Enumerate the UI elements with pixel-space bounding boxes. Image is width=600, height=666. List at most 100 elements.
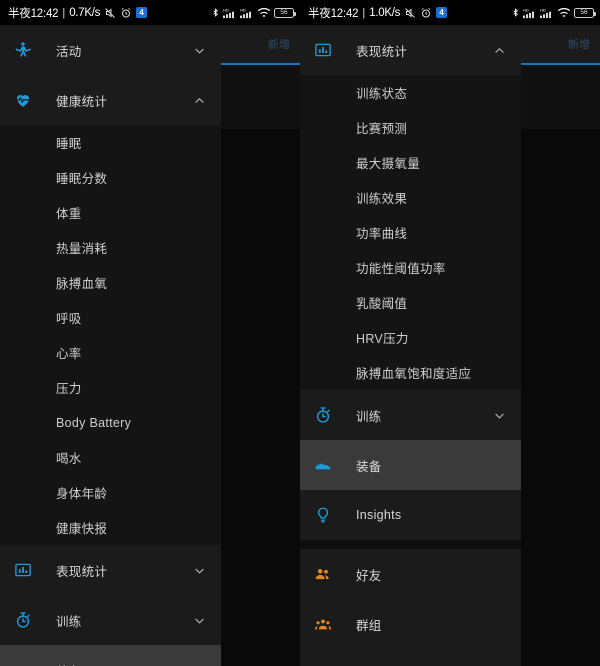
chevron-down-icon[interactable] [191,44,207,57]
drawer-item-联系人[interactable]: 联系人 [300,649,521,666]
drawer-item-label: 好友 [356,568,382,583]
drawer-item-训练[interactable]: 训练 [0,595,221,645]
heart-pulse-icon [14,91,42,109]
bar-chart-icon [314,41,342,59]
drawer-item-label: 压力 [56,382,82,396]
chevron-down-icon[interactable] [191,564,207,577]
notification-badge-icon: 4 [136,7,148,18]
wifi-icon [557,7,571,19]
bluetooth-icon [211,6,220,19]
drawer-item-训练[interactable]: 训练 [300,390,521,440]
svg-text:HD: HD [523,8,529,12]
drawer-item-label: 活动 [56,44,82,59]
shoe-icon [314,456,342,474]
drawer-item-心率[interactable]: 心率 [0,335,221,370]
drawer-item-label: 群组 [356,618,382,633]
chevron-up-icon[interactable] [191,94,207,107]
friends-icon [314,565,342,583]
chevron-down-icon[interactable] [191,614,207,627]
drawer-item-label: 装备 [42,661,207,666]
drawer-item-喝水[interactable]: 喝水 [0,440,221,475]
drawer-item-功率曲线[interactable]: 功率曲线 [300,215,521,250]
drawer-item-label: Insights [356,508,402,522]
drawer-item-呼吸[interactable]: 呼吸 [0,300,221,335]
signal-icon: HD [240,7,254,19]
drawer-item-label: 装备 [356,459,382,474]
chevron-up-icon[interactable] [491,44,507,57]
alarm-icon [420,7,432,19]
drawer-item-群组[interactable]: 群组 [300,599,521,649]
drawer-item-最大摄氧量[interactable]: 最大摄氧量 [300,145,521,180]
drawer-item-label: 最大摄氧量 [356,157,421,171]
drawer-item-压力[interactable]: 压力 [0,370,221,405]
drawer-item-睡眠[interactable]: 睡眠 [0,125,221,160]
drawer-item-label: 健康统计 [56,94,108,109]
drawer-item-表现统计[interactable]: 表现统计 [300,25,521,75]
mute-icon [104,7,116,19]
activity-person-icon [14,41,42,59]
drawer-item-脉搏血氧饱和度适应[interactable]: 脉搏血氧饱和度适应 [300,355,521,390]
drawer-item-表现统计[interactable]: 表现统计 [0,545,221,595]
drawer-item-身体年龄[interactable]: 身体年龄 [0,475,221,510]
chevron-down-icon[interactable] [491,409,507,422]
drawer-item-健康统计[interactable]: 健康统计 [0,75,221,125]
svg-text:HD: HD [223,8,229,12]
drawer-item-功能性阈值功率[interactable]: 功能性阈值功率 [300,250,521,285]
stopwatch-icon [314,406,342,424]
drawer-item-装备[interactable]: 装备 [300,440,521,490]
signal-hd-icon: HD [523,7,537,19]
drawer-item-label: 健康快报 [56,522,108,536]
drawer-item-训练状态[interactable]: 训练状态 [300,75,521,110]
drawer-item-label: 乳酸阈值 [356,297,408,311]
groups-icon [314,615,342,633]
drawer-item-label: 体重 [56,207,82,221]
drawer-item-label: 脉搏血氧饱和度适应 [356,367,472,381]
status-time: 半夜12:42 [308,7,359,20]
status-time: 半夜12:42 [8,7,59,20]
drawer-item-体重[interactable]: 体重 [0,195,221,230]
drawer-item-hrv压力[interactable]: HRV压力 [300,320,521,355]
screenshot-right: 半夜12:42 | 1.0K/s 4 HD HD 56 新增 表现统计 训练状态… [300,0,600,666]
drawer-item-脉搏血氧[interactable]: 脉搏血氧 [0,265,221,300]
drawer-item-insights[interactable]: Insights [300,490,521,540]
drawer-item-label: 呼吸 [56,312,82,326]
drawer-item-比赛预测[interactable]: 比赛预测 [300,110,521,145]
drawer-item-热量消耗[interactable]: 热量消耗 [0,230,221,265]
drawer-item-label: 表现统计 [356,44,408,59]
drawer-item-body-battery[interactable]: Body Battery [0,405,221,440]
new-button-right[interactable]: 新增 [568,36,590,52]
drawer-item-label: 心率 [56,347,82,361]
wifi-icon [257,7,271,19]
drawer-item-健康快报[interactable]: 健康快报 [0,510,221,545]
bar-chart-icon [14,561,42,579]
drawer-item-list-left: 活动健康统计睡眠 睡眠分数体重热量消耗脉搏血氧呼吸心率压力 Body Battery… [0,25,221,666]
navigation-drawer-right[interactable]: 表现统计训练状态比赛预测最大摄氧量训练效果功率曲线功能性阈值功率乳酸阈值 HRV压… [300,25,521,666]
drawer-item-label: 功率曲线 [356,227,408,241]
bluetooth-icon [511,6,520,19]
status-net-speed: 1.0K/s [369,6,401,19]
drawer-item-乳酸阈值[interactable]: 乳酸阈值 [300,285,521,320]
section-divider [300,540,521,549]
status-separator: | [362,6,366,19]
drawer-item-label: 训练 [56,614,82,629]
signal-icon: HD [540,7,554,19]
drawer-item-活动[interactable]: 活动 [0,25,221,75]
shoe-icon [14,661,42,666]
drawer-item-label: 表现统计 [56,564,108,579]
drawer-item-label: 比赛预测 [356,122,408,136]
drawer-item-装备[interactable]: 装备 [0,645,221,666]
navigation-drawer-left[interactable]: 活动健康统计睡眠 睡眠分数体重热量消耗脉搏血氧呼吸心率压力 Body Battery… [0,25,221,666]
stopwatch-icon [14,611,42,629]
status-bar-right-group: HD HD 56 [211,6,296,19]
drawer-item-label: 训练状态 [356,87,408,101]
drawer-item-好友[interactable]: 好友 [300,549,521,599]
drawer-item-label: 身体年龄 [56,487,108,501]
drawer-item-训练效果[interactable]: 训练效果 [300,180,521,215]
new-button-left[interactable]: 新增 [268,36,290,52]
drawer-item-睡眠分数[interactable]: 睡眠分数 [0,160,221,195]
drawer-item-label: 训练效果 [356,192,408,206]
mute-icon [404,7,416,19]
status-bar-left: 半夜12:42 | 0.7K/s 4 HD HD 56 [0,0,300,25]
drawer-item-label: 热量消耗 [56,242,108,256]
battery-icon: 56 [574,7,596,18]
